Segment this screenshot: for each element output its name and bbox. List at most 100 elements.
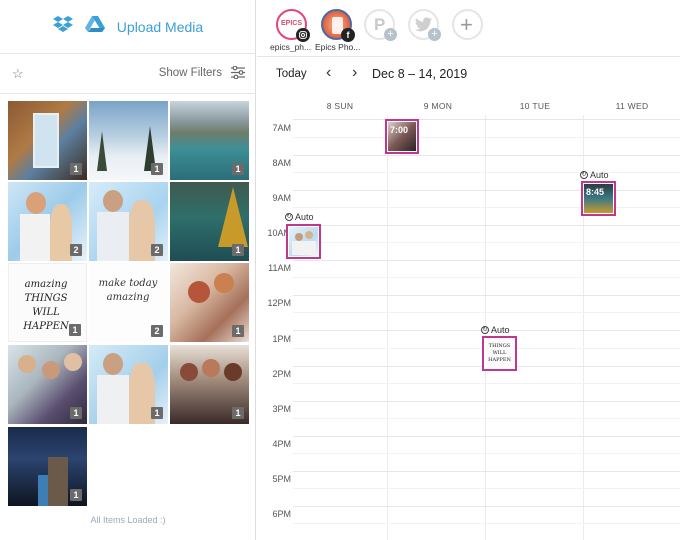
- media-thumbnail[interactable]: 1: [170, 263, 249, 342]
- item-count-badge: 1: [151, 407, 163, 419]
- half-hour-line: [293, 312, 680, 313]
- item-count-badge: 1: [69, 324, 81, 336]
- hour-line: [293, 190, 680, 191]
- media-thumbnail[interactable]: amazing THINGS WILL HAPPEN 1: [8, 263, 87, 342]
- instagram-icon: [296, 28, 310, 42]
- item-count-badge: 1: [70, 489, 82, 501]
- media-thumbnail[interactable]: 2: [89, 182, 168, 261]
- item-count-badge: 1: [232, 163, 244, 175]
- hour-label: 3PM: [272, 404, 291, 414]
- item-count-badge: 1: [70, 163, 82, 175]
- media-thumbnail[interactable]: 2: [8, 182, 87, 261]
- all-items-loaded-text: All Items Loaded :): [90, 515, 166, 525]
- account-avatar-twitter[interactable]: +: [408, 9, 441, 41]
- facebook-icon: f: [341, 28, 355, 42]
- date-range-title: Dec 8 – 14, 2019: [372, 67, 468, 81]
- account-logo: EPICS: [281, 20, 303, 27]
- media-thumbnail[interactable]: 1: [8, 427, 87, 506]
- show-filters-button[interactable]: Show Filters: [159, 67, 222, 79]
- calendar-panel: EPICS epics_ph... f Epics Pho... P + + +…: [257, 0, 680, 540]
- hour-label: 5PM: [272, 474, 291, 484]
- auto-icon: ↻: [580, 171, 588, 179]
- item-count-badge: 1: [232, 325, 244, 337]
- hour-line: [293, 155, 680, 156]
- item-count-badge: 1: [232, 407, 244, 419]
- hour-label: 4PM: [272, 439, 291, 449]
- hour-label: 9AM: [272, 193, 291, 203]
- add-icon: +: [428, 28, 441, 41]
- half-hour-line: [293, 383, 680, 384]
- add-icon: +: [384, 28, 397, 41]
- item-count-badge: 1: [151, 163, 163, 175]
- today-button[interactable]: Today: [276, 68, 307, 80]
- auto-icon: ↻: [285, 213, 293, 221]
- item-count-badge: 2: [151, 325, 163, 337]
- hour-label: 7AM: [272, 123, 291, 133]
- media-thumbnail[interactable]: make today amazing 2: [89, 263, 168, 342]
- auto-post-label: ↻ Auto: [285, 212, 314, 222]
- media-thumbnail[interactable]: 1: [8, 101, 87, 180]
- scheduled-post[interactable]: 8:45: [581, 181, 616, 216]
- half-hour-line: [293, 488, 680, 489]
- prev-week-button[interactable]: ‹: [326, 64, 331, 82]
- post-time-overlay: 8:45: [586, 187, 605, 197]
- media-thumbnail[interactable]: 1: [170, 101, 249, 180]
- hour-label: 2PM: [272, 369, 291, 379]
- column-divider: [387, 115, 388, 540]
- item-count-badge: 2: [151, 244, 163, 256]
- google-drive-icon[interactable]: [84, 15, 105, 38]
- hour-line: [293, 401, 680, 402]
- day-header: 8 SUN: [326, 101, 354, 111]
- upload-media-button[interactable]: Upload Media: [117, 19, 203, 35]
- hour-line: [293, 506, 680, 507]
- account-avatar-instagram[interactable]: EPICS: [276, 9, 310, 42]
- divider: [257, 56, 680, 57]
- day-header: 10 TUE: [519, 101, 551, 111]
- auto-post-label: ↻ Auto: [580, 170, 609, 180]
- hour-label: 1PM: [272, 334, 291, 344]
- scheduled-post[interactable]: [286, 224, 321, 259]
- media-thumbnail[interactable]: 1: [89, 345, 168, 424]
- half-hour-line: [293, 523, 680, 524]
- auto-icon: ↻: [481, 326, 489, 334]
- day-header: 11 WED: [615, 101, 649, 111]
- item-count-badge: 2: [70, 244, 82, 256]
- post-quote-text: THINGS WILL HAPPEN: [488, 343, 511, 363]
- half-hour-line: [293, 453, 680, 454]
- hour-label: 6PM: [272, 509, 291, 519]
- media-thumbnail[interactable]: 1: [89, 101, 168, 180]
- hour-line: [293, 260, 680, 261]
- half-hour-line: [293, 207, 680, 208]
- media-library-panel: Upload Media ☆ Show Filters 1 1 1 2 2 1 …: [0, 0, 256, 540]
- next-week-button[interactable]: ›: [352, 64, 357, 82]
- star-icon[interactable]: ☆: [12, 66, 24, 82]
- media-thumbnail[interactable]: 1: [170, 182, 249, 261]
- hour-line: [293, 119, 680, 120]
- half-hour-line: [293, 172, 680, 173]
- item-count-badge: 1: [232, 244, 244, 256]
- hour-line: [293, 471, 680, 472]
- hour-line: [293, 295, 680, 296]
- half-hour-line: [293, 137, 680, 138]
- media-thumbnail[interactable]: 1: [170, 345, 249, 424]
- add-account-button[interactable]: +: [452, 9, 483, 40]
- media-thumbnail[interactable]: 1: [8, 345, 87, 424]
- account-avatar-pinterest[interactable]: P +: [364, 9, 397, 41]
- scheduled-post[interactable]: 7:00: [385, 119, 419, 154]
- hour-label: 11AM: [268, 263, 291, 273]
- half-hour-line: [293, 277, 680, 278]
- half-hour-line: [293, 242, 680, 243]
- hour-line: [293, 225, 680, 226]
- filter-sliders-icon[interactable]: [231, 65, 245, 84]
- half-hour-line: [293, 418, 680, 419]
- hour-line: [293, 436, 680, 437]
- upload-bar: Upload Media: [0, 0, 256, 54]
- quote-text: amazing THINGS WILL HAPPEN: [23, 279, 69, 332]
- account-name: Epics Pho...: [315, 42, 361, 52]
- dropbox-icon[interactable]: [52, 15, 73, 38]
- account-name: epics_ph...: [270, 42, 312, 52]
- account-avatar-facebook[interactable]: f: [321, 9, 355, 42]
- quote-text: make today amazing: [98, 278, 158, 303]
- scheduled-post[interactable]: THINGS WILL HAPPEN: [482, 336, 517, 371]
- auto-post-label: ↻ Auto: [481, 325, 510, 335]
